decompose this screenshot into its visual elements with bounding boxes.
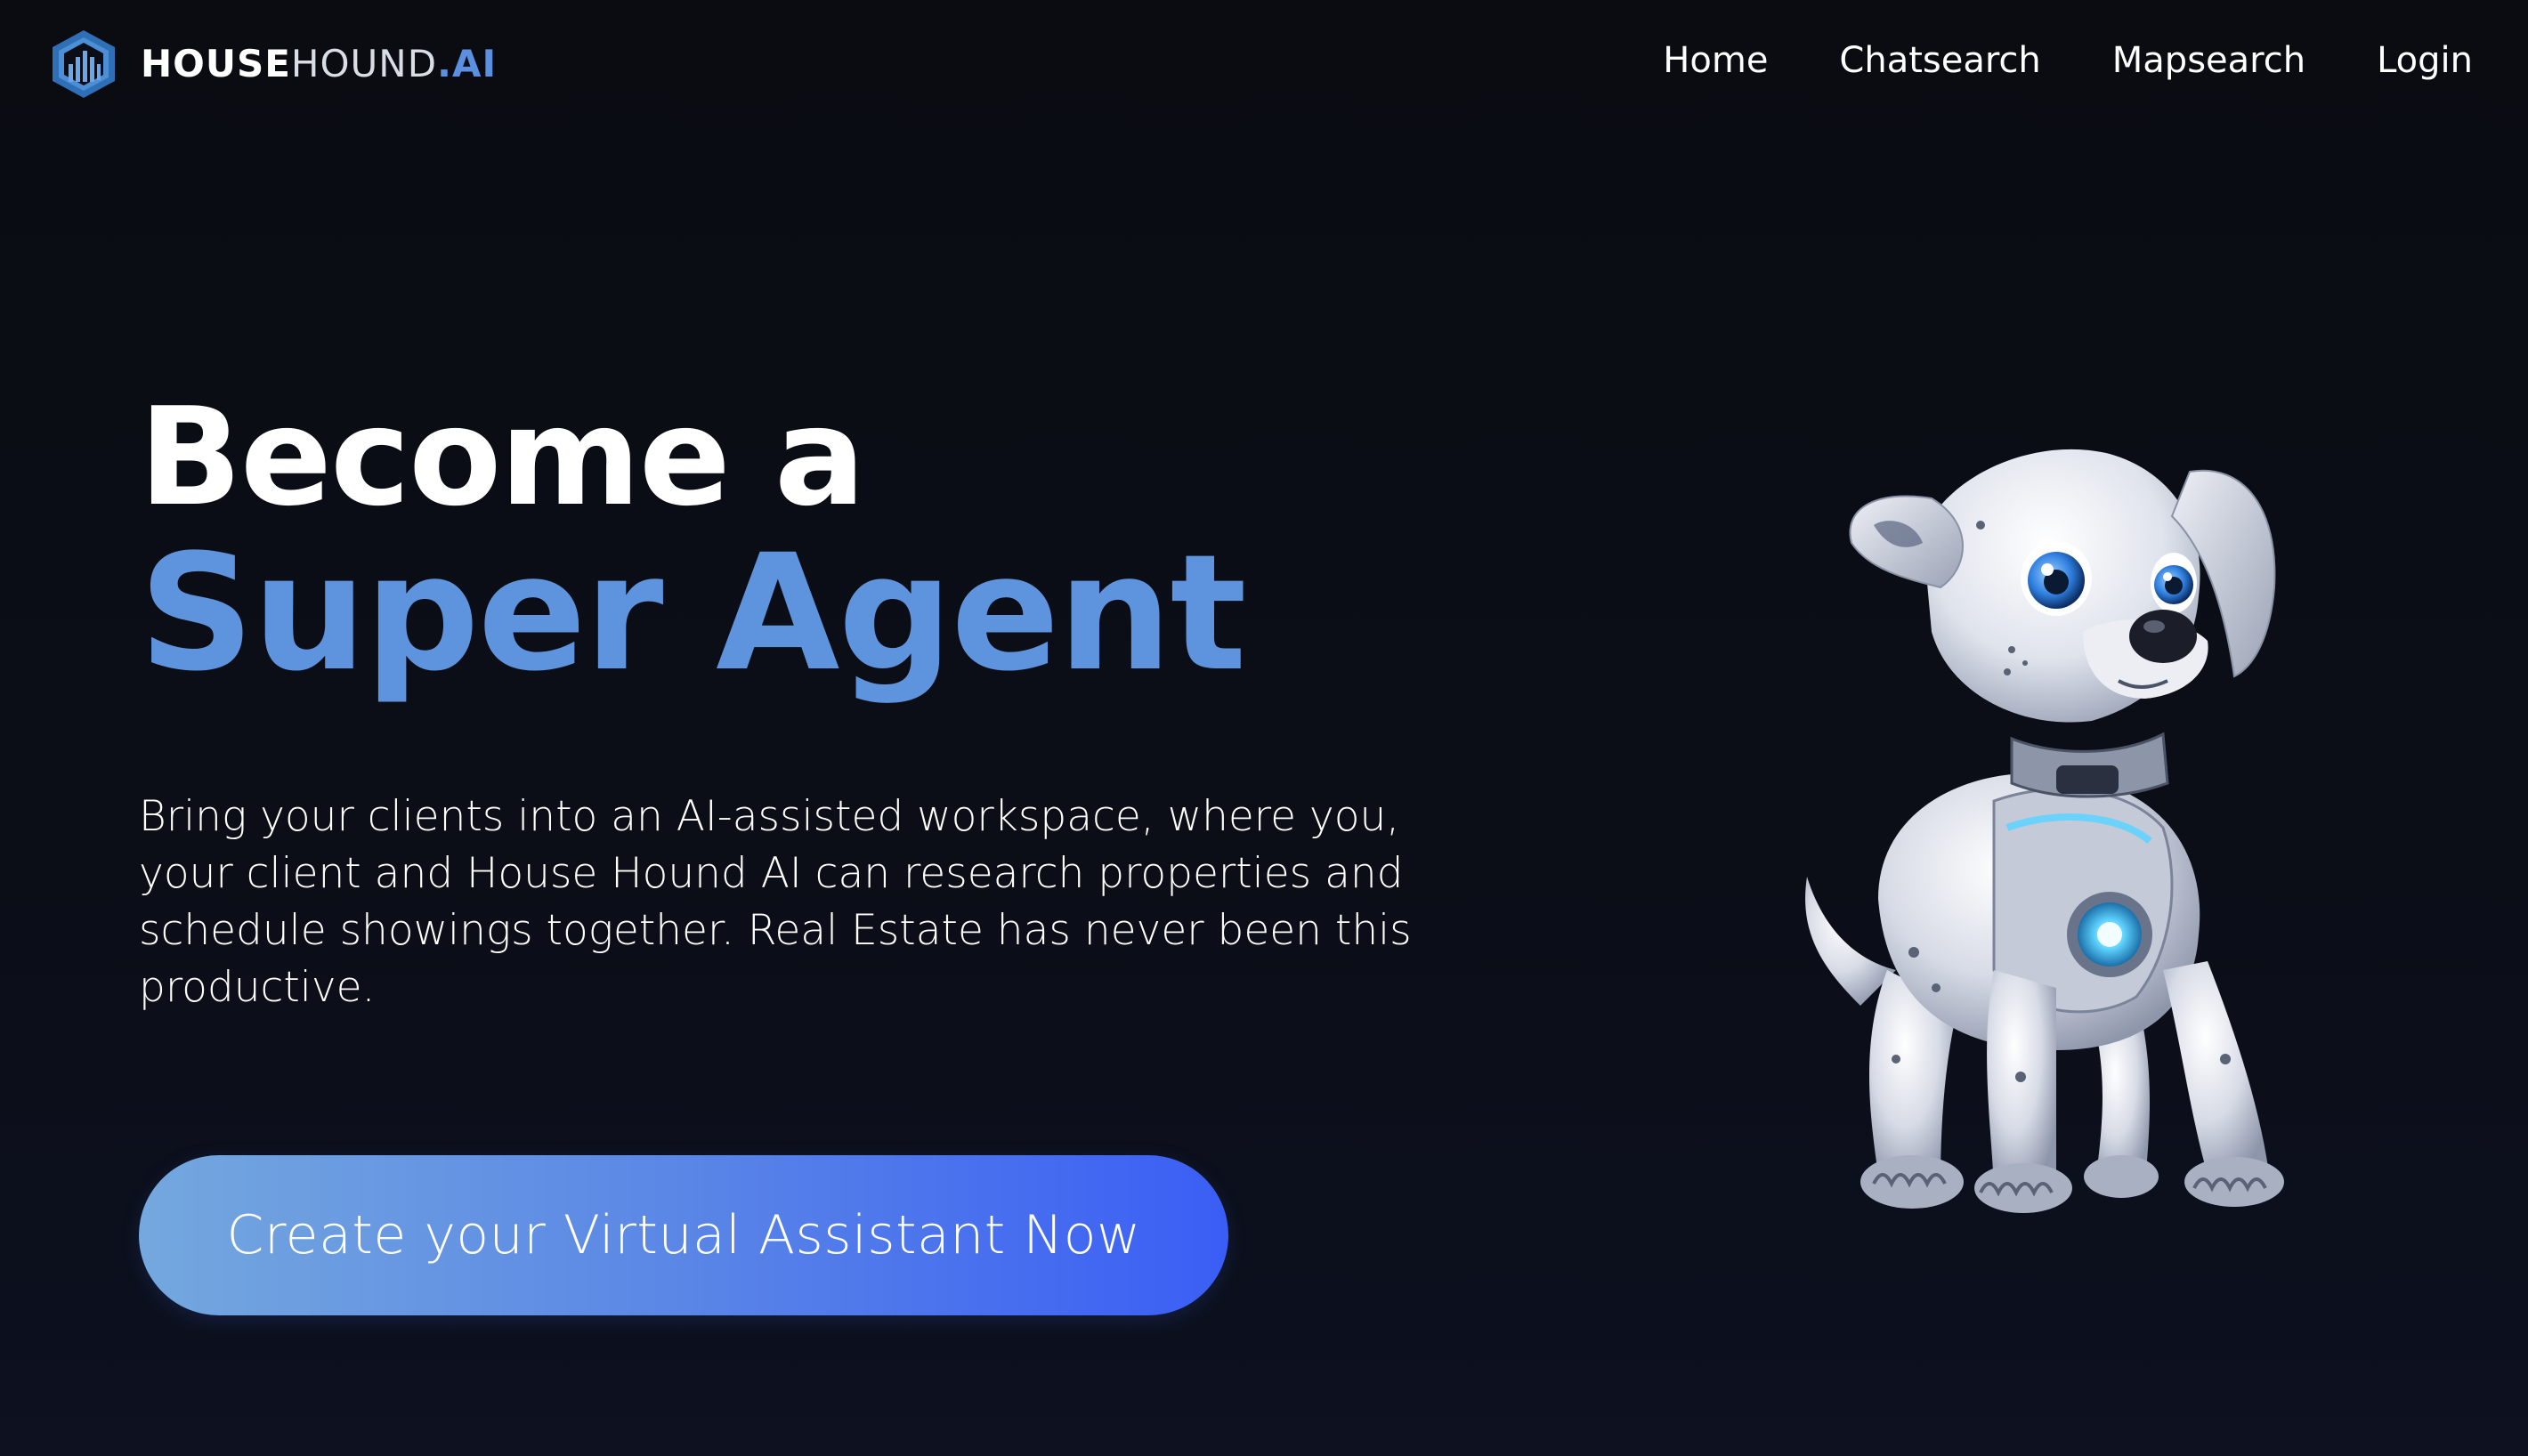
brand-name: HOUSEHOUND.AI xyxy=(141,45,497,83)
hero-description: Bring your clients into an AI-assisted w… xyxy=(139,792,1412,1012)
nav-login[interactable]: Login xyxy=(2377,39,2473,82)
brand-name-ai: .AI xyxy=(437,42,498,85)
brand-name-hound: HOUND xyxy=(290,42,438,85)
landing-page: HOUSEHOUND.AI Home Chatsearch Mapsearch … xyxy=(0,0,2528,1456)
house-hound-logo-icon xyxy=(53,30,115,98)
nav-mapsearch[interactable]: Mapsearch xyxy=(2112,39,2305,82)
robot-dog-mascot xyxy=(1805,449,2284,1213)
hero-title-line1: Become a xyxy=(139,378,865,536)
brand-name-house: HOUSE xyxy=(141,42,291,85)
hero-title-line2: Super Agent xyxy=(139,521,1247,707)
nav-home[interactable]: Home xyxy=(1663,39,1768,82)
nav-chatsearch[interactable]: Chatsearch xyxy=(1839,39,2040,82)
create-assistant-button[interactable]: Create your Virtual Assistant Now xyxy=(139,1155,1228,1315)
top-nav: Home Chatsearch Mapsearch Login xyxy=(1663,39,2473,82)
brand-logo[interactable]: HOUSEHOUND.AI xyxy=(50,28,497,100)
